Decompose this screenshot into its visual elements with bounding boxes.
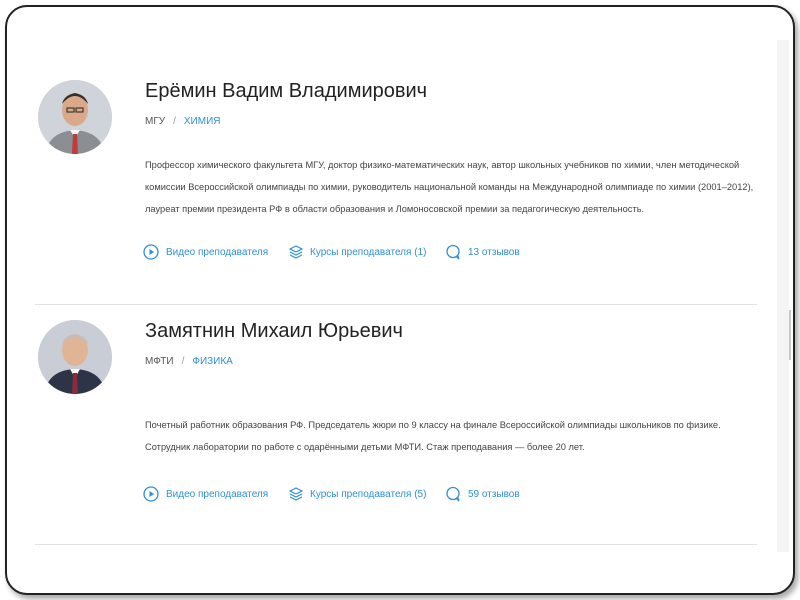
teacher-actions: Видео преподавателя Курсы преподавателя … xyxy=(143,242,520,262)
courses-button[interactable]: Курсы преподавателя (1) xyxy=(289,245,445,259)
teacher-bio: Почетный работник образования РФ. Предсе… xyxy=(145,420,721,452)
courses-button[interactable]: Курсы преподавателя (5) xyxy=(289,487,445,501)
video-button[interactable]: Видео преподавателя xyxy=(143,486,289,502)
teacher-meta: МФТИ / ФИЗИКА xyxy=(145,356,233,367)
avatar xyxy=(38,320,112,394)
subject-link[interactable]: ХИМИЯ xyxy=(184,116,221,127)
reviews-label: 13 отзывов xyxy=(468,246,520,258)
teacher-bio: Профессор химического факультета МГУ, до… xyxy=(145,160,754,214)
reviews-button[interactable]: 59 отзывов xyxy=(445,486,520,502)
speech-bubble-icon xyxy=(446,244,460,260)
speech-bubble-icon xyxy=(446,486,460,502)
play-circle-icon xyxy=(143,486,159,502)
meta-separator: / xyxy=(181,356,185,367)
scrollbar[interactable] xyxy=(777,40,791,552)
teacher-actions: Видео преподавателя Курсы преподавателя … xyxy=(143,484,520,504)
university-label: МФТИ xyxy=(145,356,174,367)
scrollbar-thumb[interactable] xyxy=(789,310,791,360)
teacher-name[interactable]: Замятнин Михаил Юрьевич xyxy=(145,320,403,343)
courses-label: Курсы преподавателя (1) xyxy=(310,246,427,258)
teacher-card: Ерёмин Вадим Владимирович МГУ / ХИМИЯ Проф… xyxy=(35,64,757,305)
slide-frame: Ерёмин Вадим Владимирович МГУ / ХИМИЯ Проф… xyxy=(5,5,795,595)
video-label: Видео преподавателя xyxy=(166,246,269,258)
teacher-card: Замятнин Михаил Юрьевич МФТИ / ФИЗИКА Поче… xyxy=(35,304,757,545)
layers-icon xyxy=(289,487,303,501)
video-label: Видео преподавателя xyxy=(166,488,269,500)
subject-link[interactable]: ФИЗИКА xyxy=(192,356,233,367)
reviews-button[interactable]: 13 отзывов xyxy=(445,244,520,260)
teacher-meta: МГУ / ХИМИЯ xyxy=(145,116,221,127)
video-button[interactable]: Видео преподавателя xyxy=(143,244,289,260)
reviews-label: 59 отзывов xyxy=(468,488,520,500)
meta-separator: / xyxy=(173,116,176,127)
layers-icon xyxy=(289,245,303,259)
play-circle-icon xyxy=(143,244,159,260)
courses-label: Курсы преподавателя (5) xyxy=(310,488,427,500)
teacher-name[interactable]: Ерёмин Вадим Владимирович xyxy=(145,80,427,103)
university-label: МГУ xyxy=(145,116,166,127)
avatar xyxy=(38,80,112,154)
